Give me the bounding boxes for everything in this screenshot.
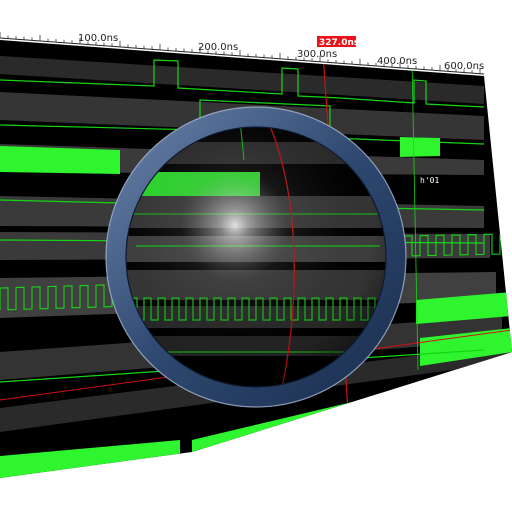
magnifier-lens-icon[interactable] <box>105 106 407 408</box>
waveform-canvas[interactable]: 100.0ns 200.0ns 300.0ns 400.0ns 600.0ns … <box>0 0 512 512</box>
bus-segment <box>400 137 440 157</box>
cursor-time-label: 327.0ns <box>319 38 359 48</box>
ruler-tick-label: 400.0ns <box>377 56 417 67</box>
bus-segment <box>0 146 120 174</box>
ruler-tick-label: 100.0ns <box>78 33 118 44</box>
waveform-viewer-scene: 100.0ns 200.0ns 300.0ns 400.0ns 600.0ns … <box>0 0 512 512</box>
ruler-tick-label: 300.0ns <box>297 49 337 60</box>
ruler-tick-label: 600.0ns <box>444 61 484 72</box>
bus-value-label: h'01 <box>420 176 439 185</box>
ruler-tick-label: 200.0ns <box>198 42 238 53</box>
